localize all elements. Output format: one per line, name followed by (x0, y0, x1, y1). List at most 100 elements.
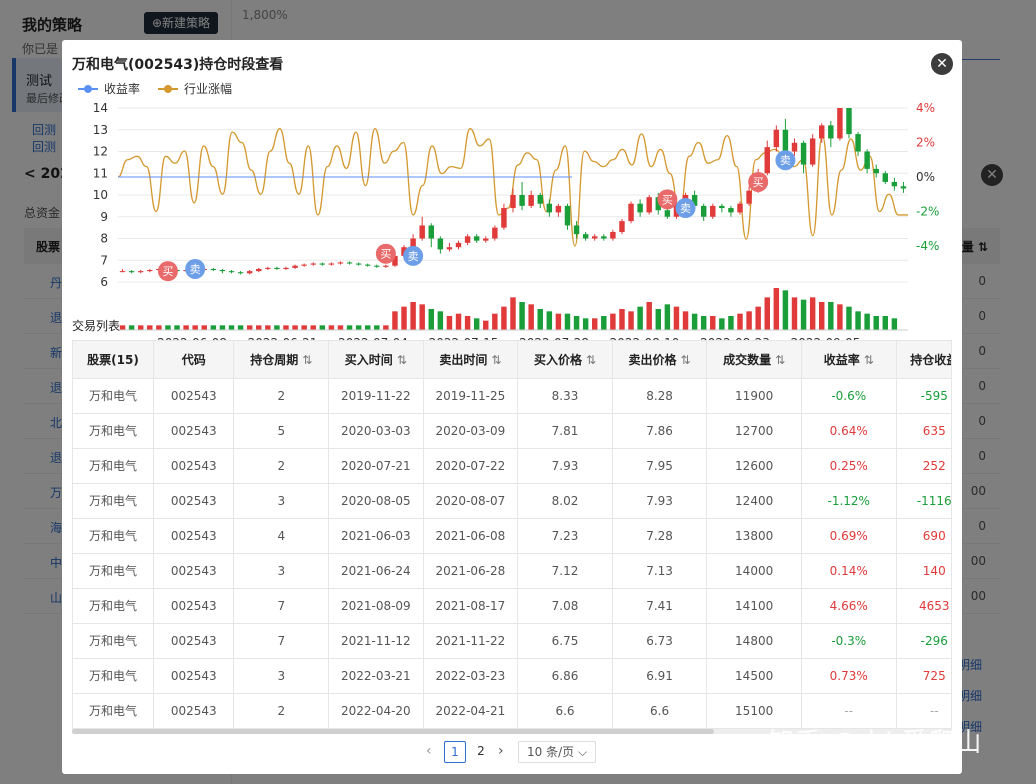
volume-bar (237, 325, 244, 330)
candle-body (274, 267, 280, 269)
volume-bar (301, 325, 307, 330)
y-right-tick-label: 2% (916, 136, 935, 150)
volume-bar (492, 313, 498, 330)
column-header-label: 买入价格 (533, 352, 582, 367)
column-header-label: 卖出时间 (439, 352, 488, 367)
candle-body (301, 264, 307, 266)
cell-ret: -0.6% (801, 378, 897, 414)
scrollbar-thumb[interactable] (72, 729, 714, 734)
sort-icon[interactable]: ⇅ (491, 353, 501, 367)
cell-code: 002543 (153, 518, 235, 554)
volume-bar (610, 313, 616, 330)
volume-bar (673, 306, 680, 330)
cell-name: 万和电气 (73, 623, 154, 659)
column-header[interactable]: 卖出价格 ⇅ (612, 341, 708, 379)
column-header[interactable]: 卖出时间 ⇅ (423, 341, 519, 379)
volume-bar (791, 297, 798, 330)
column-header: 代码 (153, 341, 235, 379)
candle-body (573, 225, 580, 235)
volume-bar (292, 325, 298, 330)
candle-body (746, 190, 752, 204)
sort-icon[interactable]: ⇅ (864, 353, 874, 367)
close-icon[interactable]: ✕ (931, 53, 953, 75)
table-row[interactable]: 万和电气 002543 3 2021-06-24 2021-06-28 7.12 7.13 1… (73, 553, 951, 589)
sort-icon[interactable]: ⇅ (681, 353, 691, 367)
volume-bar (519, 302, 525, 330)
column-header[interactable]: 买入价格 ⇅ (517, 341, 613, 379)
page-size-select[interactable]: 10 条/页 ⌵ (518, 741, 596, 763)
cell-qty: 14000 (706, 553, 802, 589)
candle-body (419, 225, 425, 239)
volume-bar (764, 297, 770, 330)
candle-body (582, 234, 589, 239)
column-header[interactable]: 收益率 ⇅ (801, 341, 897, 379)
cell-code: 002543 (153, 693, 235, 729)
candle-body (564, 205, 571, 226)
buy-marker-label: 买 (662, 193, 673, 206)
cell-period: 2 (233, 448, 330, 484)
column-header[interactable]: 成交数量 ⇅ (706, 341, 802, 379)
cell-buy-date: 2022-03-21 (328, 658, 424, 694)
page-2-button[interactable]: 2 (474, 741, 488, 763)
cell-profit: 725 (896, 658, 951, 694)
volume-bar (782, 290, 789, 330)
prev-page-button[interactable]: ‹ (426, 743, 432, 759)
column-header[interactable]: 持仓周期 ⇅ (233, 341, 330, 379)
table-row[interactable]: 万和电气 002543 3 2022-03-21 2022-03-23 6.86 6.91 1… (73, 658, 951, 694)
trade-list-title: 交易列表 (72, 319, 121, 333)
cell-sell-price: 6.91 (612, 658, 708, 694)
y-tick-label: 13 (93, 123, 108, 137)
table-row[interactable]: 万和电气 002543 4 2021-06-03 2021-06-08 7.23 7.28 1… (73, 518, 951, 554)
volume-bar (201, 325, 207, 330)
table-row[interactable]: 万和电气 002543 7 2021-11-12 2021-11-22 6.75 6.73 1… (73, 623, 951, 659)
cell-code: 002543 (153, 448, 235, 484)
sort-icon[interactable]: ⇅ (397, 353, 407, 367)
sort-icon[interactable]: ⇅ (775, 353, 785, 367)
volume-bar (274, 325, 280, 330)
cell-qty: 14500 (706, 658, 802, 694)
candle-body (700, 205, 707, 217)
cell-buy-price: 7.93 (517, 448, 613, 484)
volume-bar (646, 302, 652, 330)
volume-bar (555, 313, 562, 330)
candle-body (737, 203, 743, 213)
cell-buy-price: 7.81 (517, 413, 613, 449)
cell-code: 002543 (153, 553, 235, 589)
table-row[interactable]: 万和电气 002543 2 2019-11-22 2019-11-25 8.33 8.28 1… (73, 378, 951, 414)
cell-name: 万和电气 (73, 448, 154, 484)
sort-icon[interactable]: ⇅ (302, 353, 312, 367)
cell-sell-date: 2021-11-22 (423, 623, 519, 659)
volume-bar (310, 325, 316, 330)
volume-bar (537, 309, 543, 330)
volume-bar (592, 318, 598, 330)
table-row[interactable]: 万和电气 002543 7 2021-08-09 2021-08-17 7.08 7.41 1… (73, 588, 951, 624)
cell-period: 5 (233, 413, 330, 449)
table-row[interactable]: 万和电气 002543 2 2020-07-21 2020-07-22 7.93 7.95 1… (73, 448, 951, 484)
y-right-tick-label: -2% (916, 205, 939, 219)
y-tick-label: 9 (100, 210, 108, 224)
sort-icon[interactable]: ⇅ (586, 353, 596, 367)
cell-ret: 0.14% (801, 553, 897, 589)
table-row[interactable]: 万和电气 002543 5 2020-03-03 2020-03-09 7.81 7.86 1… (73, 413, 951, 449)
table-row[interactable]: 万和电气 002543 3 2020-08-05 2020-08-07 8.02 7.93 1… (73, 483, 951, 519)
candle-body (246, 271, 253, 274)
candle-body (855, 134, 861, 152)
volume-bar (691, 313, 698, 330)
candle-body (492, 227, 498, 239)
page-1-button[interactable]: 1 (444, 741, 466, 763)
kline-chart: 收益率行业涨幅141312111098764%2%0%-2%-4%2022-06… (62, 76, 962, 354)
candle-body (873, 168, 879, 174)
candle-body (846, 108, 852, 135)
candle-body (119, 271, 126, 273)
column-header[interactable]: 买入时间 ⇅ (328, 341, 424, 379)
cell-profit: 140 (896, 553, 951, 589)
table-body: 万和电气 002543 2 2019-11-22 2019-11-25 8.33 8.28 1… (73, 378, 951, 729)
cell-sell-date: 2019-11-25 (423, 378, 519, 414)
candle-body (446, 247, 453, 250)
next-page-button[interactable]: › (498, 743, 504, 759)
cell-ret: 0.64% (801, 413, 897, 449)
volume-bar (437, 311, 444, 330)
candle-body (882, 173, 889, 182)
cell-profit: -296 (896, 623, 951, 659)
cell-buy-price: 6.6 (517, 693, 613, 729)
